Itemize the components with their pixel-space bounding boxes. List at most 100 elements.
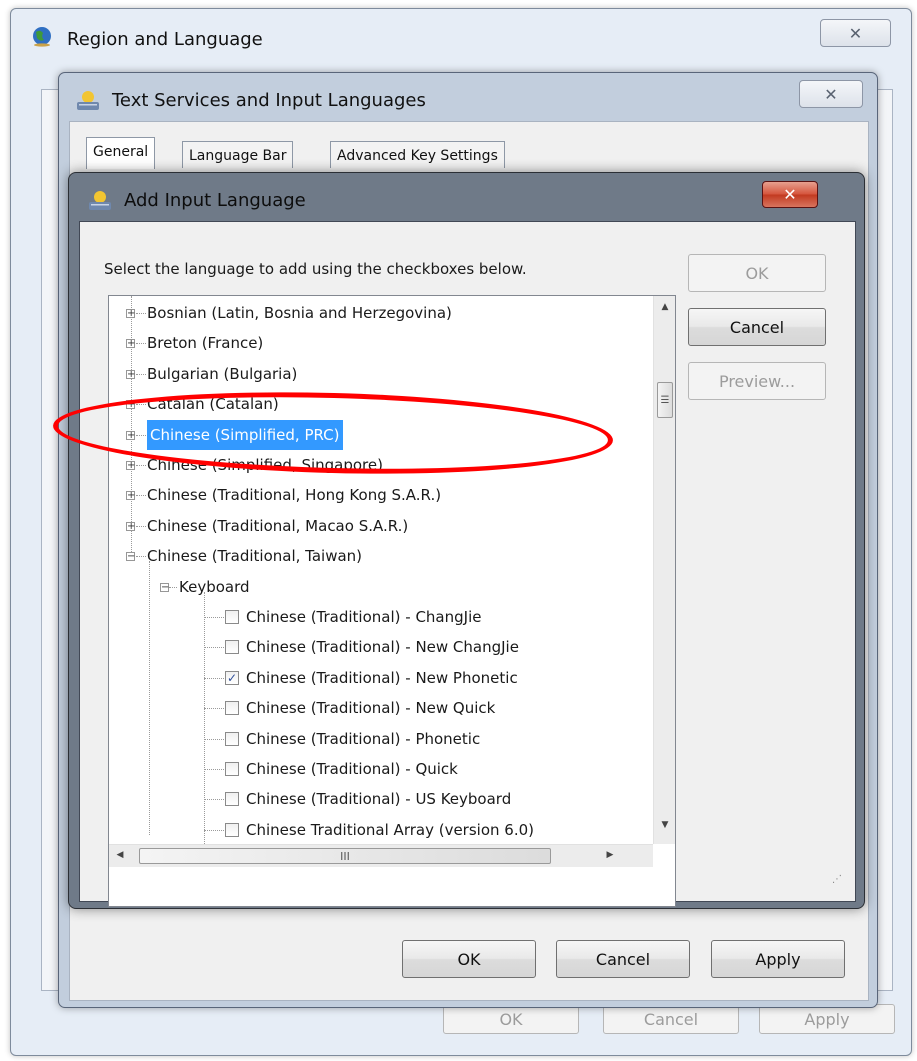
tree-item-language[interactable]: − Chinese (Traditional, Taiwan) [109, 541, 649, 571]
tree-item-language[interactable]: + Chinese (Traditional, Macao S.A.R.) [109, 511, 649, 541]
addlang-close-button[interactable]: ✕ [762, 181, 818, 208]
region-apply-button[interactable]: Apply [759, 1004, 895, 1034]
tree-guide-line [136, 343, 146, 345]
tab-language-bar[interactable]: Language Bar [182, 141, 294, 168]
expand-icon[interactable]: + [126, 491, 135, 501]
close-icon: ✕ [824, 84, 838, 104]
addlang-titlebar[interactable]: Add Input Language [69, 173, 864, 221]
tree-guide-line [204, 769, 224, 770]
instruction-text: Select the language to add using the che… [104, 260, 527, 278]
textsvc-ok-button[interactable]: OK [402, 940, 536, 978]
add-input-language-dialog: Add Input Language ✕ Select the language… [68, 172, 865, 909]
tree-guide-line [204, 647, 224, 649]
tree-item-label: Chinese (Traditional) - New ChangJie [246, 638, 519, 657]
tree-item-label: Chinese Traditional Array (version 6.0) [246, 820, 534, 839]
keyboard-checkbox[interactable] [225, 610, 239, 624]
keyboard-checkbox[interactable] [225, 762, 239, 776]
tab-general[interactable]: General [86, 137, 156, 169]
expand-icon[interactable]: + [126, 430, 135, 440]
addlang-ok-button[interactable]: OK [688, 254, 826, 292]
textsvc-cancel-button[interactable]: Cancel [556, 940, 690, 978]
expand-icon[interactable]: + [126, 400, 135, 410]
keyboard-checkbox[interactable]: ✓ [225, 670, 239, 685]
tree-item-label: Chinese (Traditional) - Phonetic [246, 729, 481, 748]
scroll-right-icon[interactable]: ▶ [599, 850, 621, 860]
close-icon: ✕ [848, 23, 863, 43]
expand-icon[interactable]: + [126, 339, 135, 349]
collapse-icon[interactable]: − [126, 552, 135, 562]
tree-item-language[interactable]: + Breton (France) [109, 328, 649, 358]
keyboard-checkbox[interactable] [225, 640, 239, 655]
tree-item-keyboard[interactable]: Chinese (Traditional) - US Keyboard [109, 784, 649, 814]
tree-item-language[interactable]: + Chinese (Traditional, Hong Kong S.A.R.) [109, 480, 649, 510]
textsvc-window-title: Text Services and Input Languages [112, 90, 426, 111]
tree-guide-line [204, 799, 224, 801]
keyboard-checkbox[interactable] [225, 792, 239, 807]
vertical-scrollbar[interactable]: ▲ ☰ ▼ [653, 296, 675, 844]
tree-guide-line [136, 465, 146, 466]
tree-item-keyboard[interactable]: Chinese (Traditional) - Quick [109, 754, 649, 784]
globe-icon [31, 25, 55, 47]
tree-guide-line [136, 556, 146, 558]
tree-guide-line [136, 404, 146, 406]
tree-item-keyboard[interactable]: ✓ Chinese (Traditional) - New Phonetic [109, 663, 649, 693]
region-ok-button[interactable]: OK [443, 1004, 579, 1034]
tree-item-language[interactable]: + Chinese (Simplified, Singapore) [109, 450, 649, 480]
tree-item-label: Catalan (Catalan) [147, 395, 279, 414]
tree-item-label: Chinese (Traditional, Macao S.A.R.) [147, 516, 409, 535]
tree-item-keyboard[interactable]: Chinese (Traditional) - New ChangJie [109, 632, 649, 662]
tree-item-keyboard[interactable]: Chinese (Traditional) - New Quick [109, 693, 649, 723]
tree-item-language[interactable]: + Bosnian (Latin, Bosnia and Herzegovina) [109, 298, 649, 328]
tree-item-label: Chinese (Traditional) - ChangJie [246, 608, 482, 626]
collapse-icon[interactable]: − [160, 582, 169, 592]
tree-item-label: Chinese (Simplified, PRC) [147, 419, 343, 450]
expand-icon[interactable]: + [126, 309, 135, 319]
horizontal-scrollbar[interactable]: ◀ III ▶ [109, 844, 653, 867]
keyboard-checkbox[interactable] [225, 701, 239, 716]
expand-icon[interactable]: + [126, 521, 135, 531]
textsvc-titlebar[interactable]: Text Services and Input Languages [59, 73, 877, 121]
tree-item-label: Chinese (Traditional) - New Phonetic [246, 668, 518, 687]
tree-guide-line [136, 525, 146, 527]
keyboard-checkbox[interactable] [225, 822, 239, 837]
addlang-cancel-button[interactable]: Cancel [688, 308, 826, 346]
tree-item-keyboard-group[interactable]: − Keyboard [109, 572, 649, 602]
scroll-left-icon[interactable]: ◀ [109, 850, 131, 860]
tree-guide-line [136, 434, 146, 436]
vertical-scroll-thumb[interactable]: ☰ [657, 382, 673, 418]
region-close-button[interactable]: ✕ [820, 19, 891, 47]
tree-guide-line [169, 586, 177, 588]
scroll-grip-icon: ☰ [660, 394, 670, 406]
tree-guide-line [204, 708, 224, 710]
addlang-preview-button[interactable]: Preview... [688, 362, 826, 400]
tree-item-keyboard[interactable]: Chinese Traditional Array (version 6.0) [109, 815, 649, 845]
expand-icon[interactable]: + [126, 369, 135, 379]
keyboard-icon [87, 189, 111, 211]
textsvc-close-button[interactable]: ✕ [799, 80, 863, 108]
tree-item-label: Chinese (Traditional) - US Keyboard [246, 790, 512, 809]
tree-item-label: Bulgarian (Bulgaria) [147, 364, 298, 383]
tree-guide-line [136, 495, 146, 497]
tree-item-language[interactable]: + Bulgarian (Bulgaria) [109, 359, 649, 389]
tree-item-label: Chinese (Traditional) - New Quick [246, 699, 496, 718]
tree-item-keyboard[interactable]: Chinese (Traditional) - Phonetic [109, 724, 649, 754]
tab-advanced-key-settings[interactable]: Advanced Key Settings [330, 141, 505, 168]
region-titlebar[interactable]: Region and Language [11, 9, 911, 57]
region-cancel-button[interactable]: Cancel [603, 1004, 739, 1034]
resize-grip-icon[interactable]: ⋰ [832, 874, 843, 885]
expand-icon[interactable]: + [126, 461, 135, 471]
textsvc-apply-button[interactable]: Apply [711, 940, 845, 978]
keyboard-icon [75, 89, 99, 111]
tree-guide-line [204, 617, 224, 618]
tree-item-language[interactable]: + Chinese (Simplified, PRC) [109, 419, 649, 450]
scroll-up-icon[interactable]: ▲ [654, 302, 675, 312]
tree-item-keyboard[interactable]: Chinese (Traditional) - ChangJie [109, 602, 649, 632]
keyboard-checkbox[interactable] [225, 731, 239, 746]
tree-item-label: Chinese (Traditional, Hong Kong S.A.R.) [147, 486, 442, 505]
tree-guide-line [136, 313, 146, 314]
scroll-down-icon[interactable]: ▼ [654, 820, 675, 830]
tree-guide-line [136, 373, 146, 375]
language-tree[interactable]: + Bosnian (Latin, Bosnia and Herzegovina)… [108, 295, 676, 907]
horizontal-scroll-thumb[interactable]: III [139, 848, 551, 864]
tree-item-language[interactable]: + Catalan (Catalan) [109, 389, 649, 419]
